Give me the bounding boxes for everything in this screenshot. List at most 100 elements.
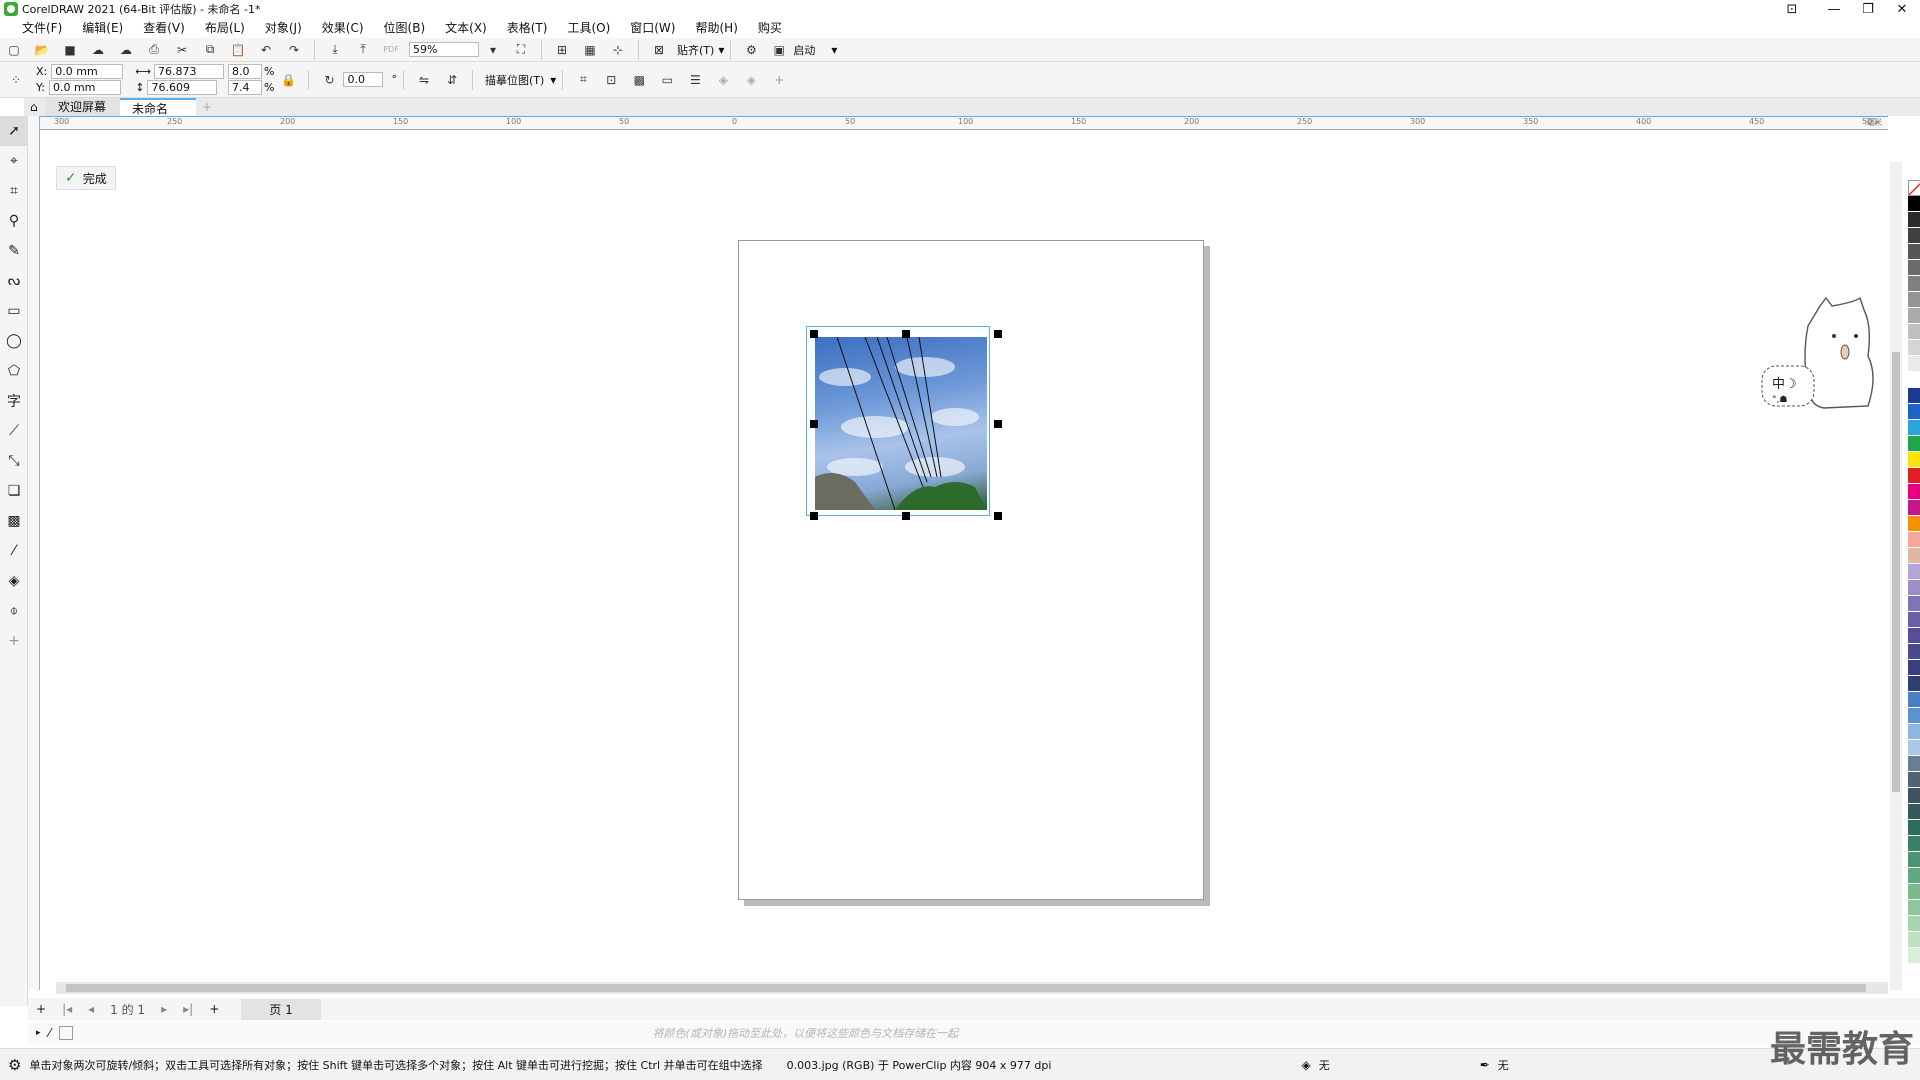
selection-handle[interactable] [902,330,910,338]
vertical-ruler[interactable] [28,116,40,990]
menu-buy[interactable]: 购买 [748,18,792,38]
cut-icon[interactable]: ✂ [171,39,193,61]
palette-swatch[interactable] [1908,324,1920,340]
shape-tool-icon[interactable]: ⌖ [0,146,28,176]
palette-swatch[interactable] [1908,852,1920,868]
palette-swatch[interactable] [1908,628,1920,644]
last-page-icon[interactable]: ▸| [183,1002,193,1016]
palette-swatch[interactable] [1908,788,1920,804]
palette-swatch[interactable] [1908,516,1920,532]
rectangle-tool-icon[interactable]: ▭ [0,296,28,326]
palette-swatch[interactable] [1908,308,1920,324]
artistic-media-icon[interactable]: ᔓ [0,266,28,296]
horizontal-scroll-thumb[interactable] [66,984,1866,992]
palette-swatch[interactable] [1908,932,1920,948]
palette-swatch[interactable] [1908,276,1920,292]
height-field[interactable]: 76.609 mm [147,80,218,107]
palette-swatch[interactable] [1908,228,1920,244]
transparency-icon[interactable]: ▩ [0,506,28,536]
palette-swatch[interactable] [1908,676,1920,692]
rotation-field[interactable]: 0.0 [343,72,384,87]
rotate-icon[interactable]: ↻ [318,69,340,91]
vertical-scrollbar[interactable] [1890,162,1902,990]
object-origin-icon[interactable]: ⁘ [3,69,29,91]
eyedropper-small-icon[interactable]: ⁄ [49,1026,51,1040]
add-tool-icon[interactable]: + [0,626,28,656]
palette-swatch[interactable] [1908,340,1920,356]
previous-page-icon[interactable]: ◂ [88,1002,94,1016]
palette-swatch[interactable] [1908,196,1920,212]
next-page-icon[interactable]: ▸ [161,1002,167,1016]
scale-height-field[interactable]: 7.4 [228,80,263,95]
palette-swatch[interactable] [1908,708,1920,724]
menu-effects[interactable]: 效果(C) [312,18,374,38]
palette-swatch[interactable] [1908,244,1920,260]
export-icon[interactable]: ⤒ [352,39,374,61]
palette-swatch[interactable] [1908,692,1920,708]
launch-dropdown-icon[interactable]: ▾ [831,43,837,57]
resample-icon[interactable]: ⊡ [600,69,622,91]
selection-handle[interactable] [994,420,1002,428]
help-window-icon[interactable]: ⊡ [1776,0,1808,18]
snap-dropdown-icon[interactable]: ▾ [718,43,724,57]
redo-icon[interactable]: ↷ [283,39,305,61]
add-tab-button[interactable]: + [196,98,218,116]
mirror-horizontal-icon[interactable]: ⇋ [413,69,435,91]
palette-swatch[interactable] [1908,740,1920,756]
zoom-dropdown-icon[interactable]: ▾ [482,39,504,61]
wrap-text-icon[interactable]: ☰ [684,69,706,91]
selection-handle[interactable] [810,420,818,428]
ellipse-tool-icon[interactable]: ◯ [0,326,28,356]
palette-swatch[interactable] [1908,804,1920,820]
palette-swatch-none[interactable] [1908,180,1920,196]
cloud-upload-icon[interactable]: ☁ [115,39,137,61]
y-position-field[interactable]: 0.0 mm [48,80,121,95]
edit-bitmap-icon[interactable]: ▩ [628,69,650,91]
pdf-icon[interactable]: PDF [380,39,402,61]
palette-swatch[interactable] [1908,596,1920,612]
selection-handle[interactable] [810,330,818,338]
palette-swatch[interactable] [1908,548,1920,564]
selection-handle[interactable] [810,512,818,520]
lock-ratio-icon[interactable]: 🔒 [277,69,299,91]
copy-icon[interactable]: ⧉ [199,39,221,61]
palette-swatch[interactable] [1908,484,1920,500]
connector-tool-icon[interactable]: ⤡ [0,446,28,476]
finish-powerclip-button[interactable]: ✓ 完成 [56,166,116,190]
add-page-icon[interactable]: + [36,1002,46,1016]
palette-swatch[interactable] [1908,724,1920,740]
palette-swatch[interactable] [1908,500,1920,516]
cloud-save-icon[interactable]: ☁ [87,39,109,61]
palette-expand-icon[interactable]: ▸ [36,1028,41,1038]
options-gear-icon[interactable]: ⚙ [740,39,762,61]
palette-swatch[interactable] [1908,756,1920,772]
bitmap-frame-icon[interactable]: ▭ [656,69,678,91]
palette-swatch[interactable] [1908,900,1920,916]
palette-swatch[interactable] [1908,292,1920,308]
freehand-tool-icon[interactable]: ✎ [0,236,28,266]
show-guidelines-icon[interactable]: ⊹ [607,39,629,61]
x-position-field[interactable]: 0.0 mm [51,64,124,79]
palette-swatch[interactable] [1908,260,1920,276]
menu-window[interactable]: 窗口(W) [620,18,685,38]
palette-swatch[interactable] [1908,372,1920,388]
drop-shadow-icon[interactable]: ❏ [0,476,28,506]
menu-bitmaps[interactable]: 位图(B) [374,18,436,38]
palette-swatch[interactable] [1908,420,1920,436]
vertical-scroll-thumb[interactable] [1892,352,1900,792]
eyedropper-icon[interactable]: ⁄ [0,536,28,566]
smart-fill-icon[interactable]: ⌽ [0,596,28,626]
selection-handle[interactable] [902,512,910,520]
interactive-fill-icon[interactable]: ◈ [0,566,28,596]
palette-swatch[interactable] [1908,212,1920,228]
add-icon[interactable]: + [768,69,790,91]
menu-tools[interactable]: 工具(O) [557,18,620,38]
palette-swatch[interactable] [1908,404,1920,420]
layer-down-icon[interactable]: ◈ [740,69,762,91]
undo-icon[interactable]: ↶ [255,39,277,61]
palette-swatch[interactable] [1908,436,1920,452]
outline-status[interactable]: 无 [1498,1057,1509,1073]
new-document-icon[interactable]: ▢ [3,39,25,61]
open-icon[interactable]: 📂 [31,39,53,61]
horizontal-ruler[interactable]: 300 250 200 150 100 50 0 50 100 150 200 250 300 350 40… [40,116,1888,130]
